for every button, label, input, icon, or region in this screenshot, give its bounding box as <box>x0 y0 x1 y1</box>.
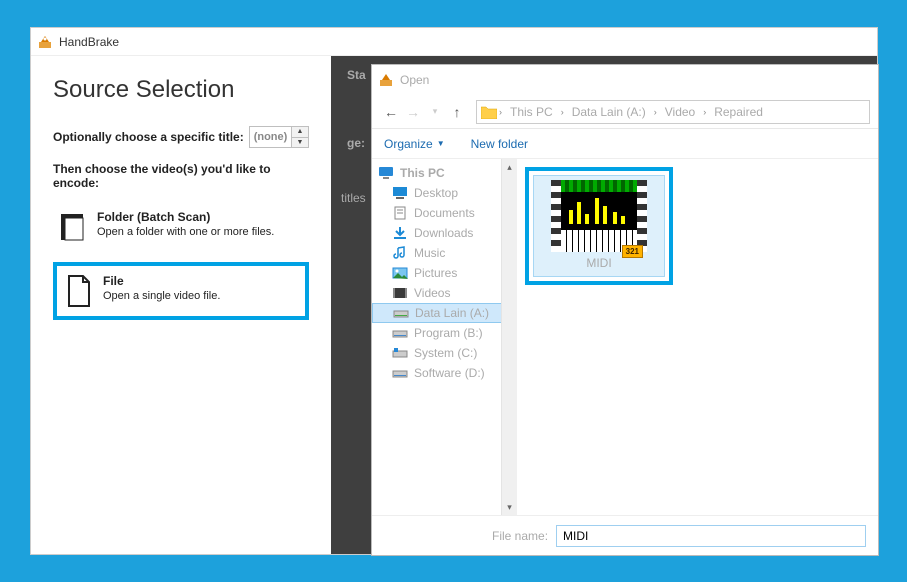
codec-badge: 321 <box>622 245 643 258</box>
file-highlight-box: 321 MIDI <box>525 167 673 285</box>
tree-item-program[interactable]: Program (B:) <box>372 323 516 343</box>
tree-label: Music <box>414 246 445 260</box>
download-icon <box>392 226 408 240</box>
chevron-right-icon: › <box>703 107 706 117</box>
spinner-value: (none) <box>250 127 292 147</box>
tree-label: Program (B:) <box>414 326 483 340</box>
breadcrumb-segment[interactable]: Repaired <box>708 105 769 119</box>
pc-icon <box>378 166 394 180</box>
filename-input[interactable] <box>556 525 866 547</box>
handbrake-app-icon <box>37 34 53 50</box>
forward-button[interactable]: → <box>402 101 424 123</box>
chevron-right-icon: › <box>561 107 564 117</box>
organize-label: Organize <box>384 137 433 151</box>
video-thumbnail: 321 <box>551 180 647 252</box>
tree-label: Data Lain (A:) <box>415 306 489 320</box>
filename-label: File name: <box>492 529 548 543</box>
file-choice-title: File <box>103 274 220 288</box>
dialog-toolbar: Organize ▼ New folder <box>372 129 878 159</box>
bg-ge-label: ge: <box>339 136 365 150</box>
source-heading: Source Selection <box>53 76 309 104</box>
breadcrumb-segment[interactable]: Data Lain (A:) <box>566 105 652 119</box>
file-icon <box>65 274 93 308</box>
desktop-icon <box>392 186 408 200</box>
videos-icon <box>392 286 408 300</box>
chevron-down-icon: ▼ <box>437 139 445 148</box>
filename-row: File name: <box>372 515 878 555</box>
folder-choice[interactable]: Folder (Batch Scan) Open a folder with o… <box>53 202 309 252</box>
app-body: Sta ge: ▸ titles Open ← → ▾ <box>31 56 877 554</box>
new-folder-button[interactable]: New folder <box>471 137 528 151</box>
tree-label: System (C:) <box>414 346 477 360</box>
drive-icon <box>392 366 408 380</box>
scroll-up-icon[interactable]: ▴ <box>502 159 517 175</box>
handbrake-app-icon <box>378 72 394 88</box>
scroll-down-icon[interactable]: ▾ <box>502 499 517 515</box>
tree-item-downloads[interactable]: Downloads <box>372 223 516 243</box>
drive-icon <box>392 326 408 340</box>
tree-item-data-lain[interactable]: Data Lain (A:) <box>372 303 516 323</box>
tree-item-music[interactable]: Music <box>372 243 516 263</box>
navigation-row: ← → ▾ ↑ › This PC › Data Lain (A:) › Vid… <box>372 95 878 129</box>
breadcrumb-segment[interactable]: This PC <box>504 105 559 119</box>
tree-label: This PC <box>400 166 445 180</box>
pictures-icon <box>392 266 408 280</box>
system-drive-icon <box>392 346 408 360</box>
instruction-text: Then choose the video(s) you'd like to e… <box>53 162 309 190</box>
dialog-title: Open <box>400 73 429 87</box>
document-icon <box>392 206 408 220</box>
optional-title-row: Optionally choose a specific title: (non… <box>53 126 309 148</box>
tree-label: Documents <box>414 206 475 220</box>
breadcrumb-bar[interactable]: › This PC › Data Lain (A:) › Video › Rep… <box>476 100 870 124</box>
tree-label: Downloads <box>414 226 473 240</box>
new-folder-label: New folder <box>471 137 528 151</box>
file-list-pane[interactable]: 321 MIDI <box>517 159 878 515</box>
dialog-titlebar: Open <box>372 65 878 95</box>
folder-icon <box>481 105 497 119</box>
app-titlebar: HandBrake <box>31 28 877 56</box>
back-button[interactable]: ← <box>380 101 402 123</box>
open-file-dialog: Open ← → ▾ ↑ › This PC › Data Lain (A:) <box>371 64 879 556</box>
spinner-up[interactable]: ▲ <box>292 127 308 138</box>
recent-dropdown[interactable]: ▾ <box>424 101 446 123</box>
file-choice-highlight: File Open a single video file. <box>53 262 309 320</box>
up-button[interactable]: ↑ <box>446 101 468 123</box>
dialog-body: This PC Desktop Documents Downloads <box>372 159 878 515</box>
handbrake-window: HandBrake Sta ge: ▸ titles Open <box>30 27 878 555</box>
folder-icon <box>59 210 87 244</box>
file-name-label: MIDI <box>538 256 660 270</box>
folder-choice-title: Folder (Batch Scan) <box>97 210 274 224</box>
folder-tree[interactable]: This PC Desktop Documents Downloads <box>372 159 517 515</box>
scroll-track[interactable] <box>502 175 517 499</box>
tree-item-desktop[interactable]: Desktop <box>372 183 516 203</box>
tree-item-videos[interactable]: Videos <box>372 283 516 303</box>
source-selection-panel: Source Selection Optionally choose a spe… <box>31 56 331 554</box>
tree-root-this-pc[interactable]: This PC <box>372 163 516 183</box>
title-spinner[interactable]: (none) ▲ ▼ <box>249 126 309 148</box>
tree-scrollbar[interactable]: ▴ ▾ <box>501 159 517 515</box>
disabled-background: Sta ge: ▸ titles Open ← → ▾ <box>331 56 877 554</box>
tree-item-pictures[interactable]: Pictures <box>372 263 516 283</box>
breadcrumb-segment[interactable]: Video <box>659 105 701 119</box>
optional-title-label: Optionally choose a specific title: <box>53 130 244 144</box>
folder-choice-desc: Open a folder with one or more files. <box>97 226 274 239</box>
app-title: HandBrake <box>59 35 119 49</box>
tree-label: Software (D:) <box>414 366 485 380</box>
tree-item-documents[interactable]: Documents <box>372 203 516 223</box>
music-icon <box>392 246 408 260</box>
chevron-right-icon: › <box>499 107 502 117</box>
tree-label: Pictures <box>414 266 457 280</box>
file-item-midi[interactable]: 321 MIDI <box>533 175 665 277</box>
chevron-right-icon: › <box>654 107 657 117</box>
drive-icon <box>393 306 409 320</box>
file-choice-desc: Open a single video file. <box>103 290 220 303</box>
tree-label: Videos <box>414 286 450 300</box>
spinner-down[interactable]: ▼ <box>292 138 308 148</box>
organize-menu[interactable]: Organize ▼ <box>384 137 445 151</box>
tree-label: Desktop <box>414 186 458 200</box>
file-choice[interactable]: File Open a single video file. <box>61 272 301 310</box>
tree-item-software[interactable]: Software (D:) <box>372 363 516 383</box>
tree-item-system[interactable]: System (C:) <box>372 343 516 363</box>
